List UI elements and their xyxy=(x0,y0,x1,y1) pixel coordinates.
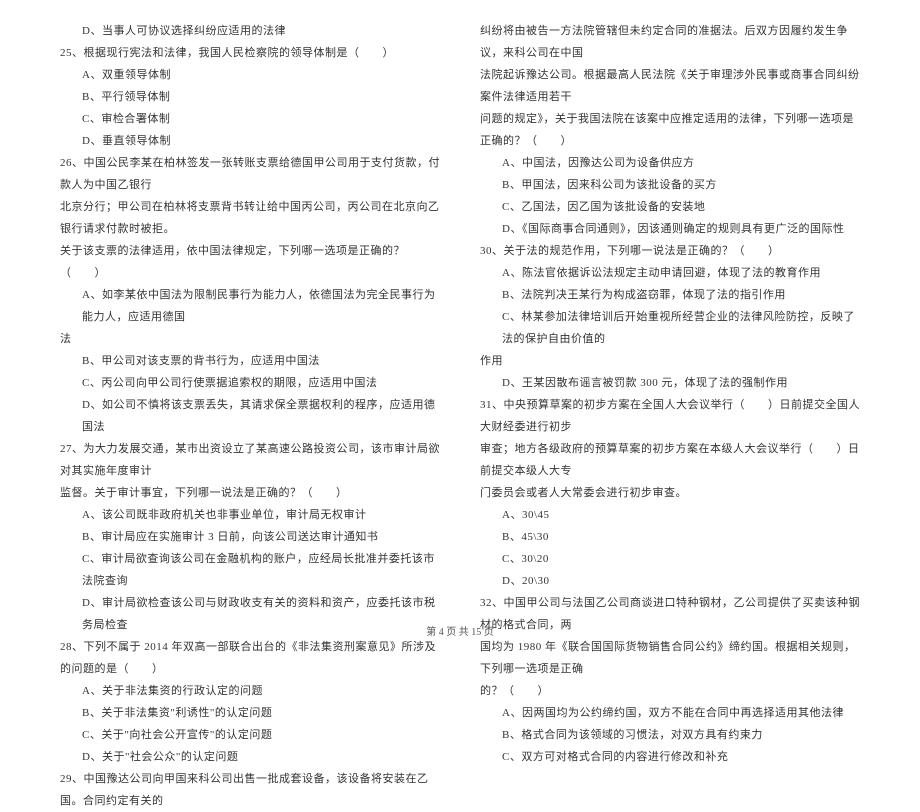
text-line: A、如李某依中国法为限制民事行为能力人，依德国法为完全民事行为能力人，应适用德国 xyxy=(60,284,440,328)
text-line: 北京分行；甲公司在柏林将支票背书转让给中国丙公司，丙公司在北京向乙银行请求付款时… xyxy=(60,196,440,240)
text-line: A、关于非法集资的行政认定的问题 xyxy=(60,680,440,702)
text-line: B、法院判决王某行为构成盗窃罪，体现了法的指引作用 xyxy=(480,284,860,306)
text-line: D、当事人可协议选择纠纷应适用的法律 xyxy=(60,20,440,42)
text-line: A、30\45 xyxy=(480,504,860,526)
text-line: 31、中央预算草案的初步方案在全国人大会议举行（ ）日前提交全国人大财经委进行初… xyxy=(480,394,860,438)
text-line: 纠纷将由被告一方法院管辖但未约定合同的准据法。后双方因履约发生争议，来科公司在中… xyxy=(480,20,860,64)
text-line: 问题的规定》，关于我国法院在该案中应推定适用的法律，下列哪一选项是正确的？（ ） xyxy=(480,108,860,152)
text-line: D、20\30 xyxy=(480,570,860,592)
text-line: D、关于"社会公众"的认定问题 xyxy=(60,746,440,768)
text-line: A、双重领导体制 xyxy=(60,64,440,86)
text-line: A、因两国均为公约缔约国，双方不能在合同中再选择适用其他法律 xyxy=(480,702,860,724)
text-line: 国均为 1980 年《联合国国际货物销售合同公约》缔约国。根据相关规则，下列哪一… xyxy=(480,636,860,680)
text-line: A、该公司既非政府机关也非事业单位，审计局无权审计 xyxy=(60,504,440,526)
text-line: D、王某因散布谣言被罚款 300 元，体现了法的强制作用 xyxy=(480,372,860,394)
document-page: D、当事人可协议选择纠纷应适用的法律25、根据现行宪法和法律，我国人民检察院的领… xyxy=(0,0,920,650)
text-line: C、林某参加法律培训后开始重视所经营企业的法律风险防控，反映了法的保护自由价值的 xyxy=(480,306,860,350)
page-footer: 第 4 页 共 15 页 xyxy=(0,623,920,638)
text-line: 审查；地方各级政府的预算草案的初步方案在本级人大会议举行（ ）日前提交本级人大专 xyxy=(480,438,860,482)
text-line: 27、为大力发展交通，某市出资设立了某高速公路投资公司，该市审计局欲对其实施年度… xyxy=(60,438,440,482)
text-line: 28、下列不属于 2014 年双高一部联合出台的《非法集资刑案意见》所涉及的问题… xyxy=(60,636,440,680)
text-line: D、如公司不慎将该支票丢失，其请求保全票据权利的程序，应适用德国法 xyxy=(60,394,440,438)
text-line: A、陈法官依据诉讼法规定主动申请回避，体现了法的教育作用 xyxy=(480,262,860,284)
text-line: 30、关于法的规范作用，下列哪一说法是正确的？（ ） xyxy=(480,240,860,262)
left-column: D、当事人可协议选择纠纷应适用的法律25、根据现行宪法和法律，我国人民检察院的领… xyxy=(50,20,460,640)
text-line: 的？（ ） xyxy=(480,680,860,702)
text-line: C、丙公司向甲公司行使票据追索权的期限，应适用中国法 xyxy=(60,372,440,394)
text-line: 关于该支票的法律适用，依中国法律规定，下列哪一选项是正确的？（ ） xyxy=(60,240,440,284)
text-line: B、审计局应在实施审计 3 日前，向该公司送达审计通知书 xyxy=(60,526,440,548)
text-line: 门委员会或者人大常委会进行初步审查。 xyxy=(480,482,860,504)
text-line: A、中国法，因豫达公司为设备供应方 xyxy=(480,152,860,174)
text-line: D、《国际商事合同通则》，因该通则确定的规则具有更广泛的国际性 xyxy=(480,218,860,240)
right-column: 纠纷将由被告一方法院管辖但未约定合同的准据法。后双方因履约发生争议，来科公司在中… xyxy=(460,20,870,640)
text-line: D、垂直领导体制 xyxy=(60,130,440,152)
text-line: B、关于非法集资"利诱性"的认定问题 xyxy=(60,702,440,724)
text-line: B、平行领导体制 xyxy=(60,86,440,108)
text-line: B、45\30 xyxy=(480,526,860,548)
text-line: C、审计局欲查询该公司在金融机构的账户，应经局长批准并委托该市法院查询 xyxy=(60,548,440,592)
text-line: C、关于"向社会公开宣传"的认定问题 xyxy=(60,724,440,746)
text-line: B、甲公司对该支票的背书行为，应适用中国法 xyxy=(60,350,440,372)
text-line: B、格式合同为该领域的习惯法，对双方具有约束力 xyxy=(480,724,860,746)
text-line: 26、中国公民李某在柏林签发一张转账支票给德国甲公司用于支付货款，付款人为中国乙… xyxy=(60,152,440,196)
text-line: 法院起诉豫达公司。根据最高人民法院《关于审理涉外民事或商事合同纠纷案件法律适用若… xyxy=(480,64,860,108)
text-line: B、甲国法，因来科公司为该批设备的买方 xyxy=(480,174,860,196)
text-line: 29、中国豫达公司向甲国来科公司出售一批成套设备，该设备将安装在乙国。合同约定有… xyxy=(60,768,440,812)
text-line: C、审检合署体制 xyxy=(60,108,440,130)
text-line: C、30\20 xyxy=(480,548,860,570)
text-line: 作用 xyxy=(480,350,860,372)
text-line: 监督。关于审计事宜，下列哪一说法是正确的？（ ） xyxy=(60,482,440,504)
text-line: C、乙国法，因乙国为该批设备的安装地 xyxy=(480,196,860,218)
text-line: 法 xyxy=(60,328,440,350)
text-line: 25、根据现行宪法和法律，我国人民检察院的领导体制是（ ） xyxy=(60,42,440,64)
text-line: C、双方可对格式合同的内容进行修改和补充 xyxy=(480,746,860,768)
